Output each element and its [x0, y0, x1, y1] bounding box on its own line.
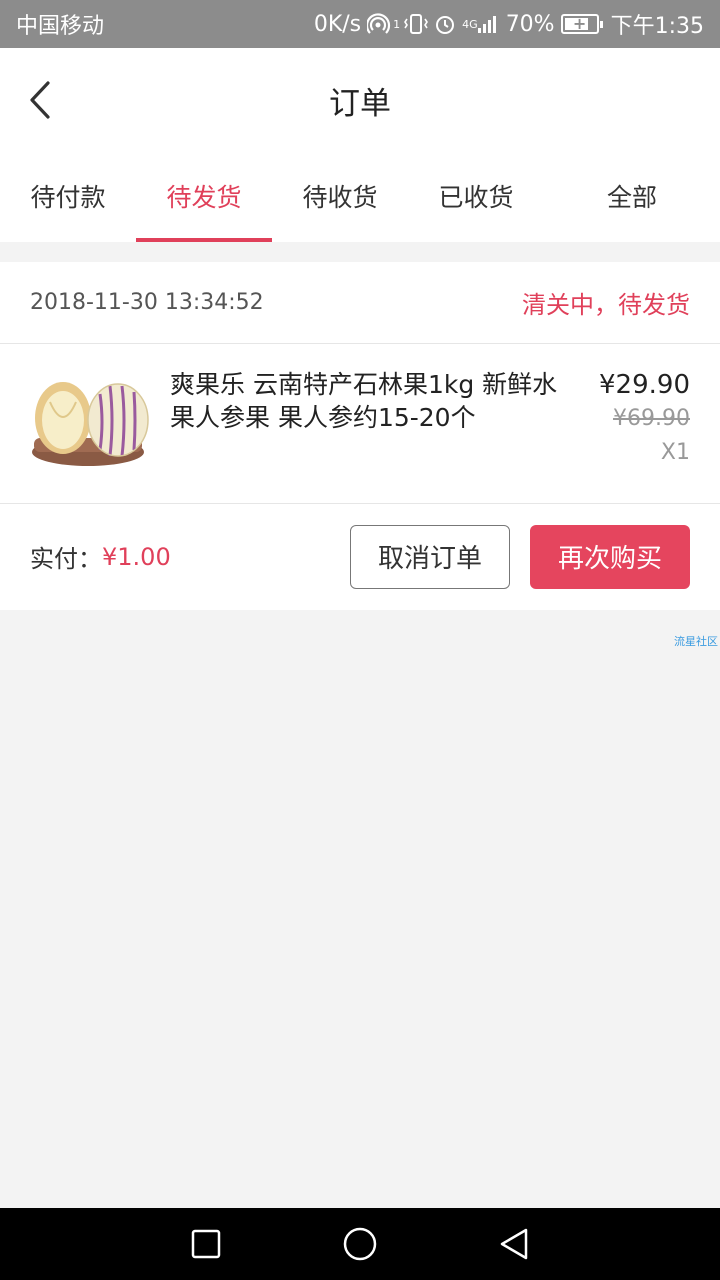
paid-label: 实付： — [30, 545, 102, 573]
tab-all[interactable]: 全部 — [544, 152, 720, 242]
tab-pending-shipment[interactable]: 待发货 — [136, 152, 272, 242]
order-card[interactable]: 2018-11-30 13:34:52 清关中，待发货 爽果乐 云南特产石林果1… — [0, 262, 720, 610]
product-image — [32, 382, 149, 466]
watermark: 流星社区 — [674, 635, 718, 648]
signal-icon: 4G — [462, 13, 500, 35]
network-speed: 0K/s — [313, 11, 362, 37]
app-header: 订单 — [0, 48, 720, 152]
product-price: ¥29.90 — [599, 370, 690, 400]
product-original-price: ¥69.90 — [613, 406, 690, 431]
order-actions: 取消订单 再次购买 — [350, 524, 690, 589]
carrier-name: 中国移动 — [16, 14, 105, 39]
triangle-back-icon — [500, 1228, 528, 1260]
cancel-order-button[interactable]: 取消订单 — [350, 524, 510, 589]
system-nav-bar — [0, 1208, 720, 1280]
recent-apps-button[interactable] — [184, 1222, 228, 1266]
order-status: 清关中，待发货 — [522, 291, 690, 319]
order-header: 2018-11-30 13:34:52 清关中，待发货 — [0, 262, 720, 344]
status-right: 0K/s 1 4G 70% + 下午1:35 — [314, 8, 704, 40]
price-column: ¥29.90 ¥69.90 X1 — [599, 368, 690, 470]
paid-amount: ¥1.00 — [102, 542, 171, 571]
clock: 下午1:35 — [610, 14, 704, 39]
hotspot-badge: 1 — [393, 17, 401, 31]
battery-icon: + — [560, 14, 603, 34]
status-bar: 中国移动 0K/s 1 4G 70% + 下午1:35 — [0, 0, 720, 48]
screen: 中国移动 0K/s 1 4G 70% + 下午1:35 订单 待付款 待发货 待… — [0, 0, 720, 1280]
system-back-button[interactable] — [492, 1222, 536, 1266]
order-time: 2018-11-30 13:34:52 — [30, 290, 264, 315]
order-tabs: 待付款 待发货 待收货 已收货 全部 — [0, 152, 720, 242]
order-item[interactable]: 爽果乐 云南特产石林果1kg 新鲜水果人参果 果人参约15-20个 ¥29.90… — [0, 344, 720, 504]
order-footer: 实付： ¥1.00 取消订单 再次购买 — [0, 504, 720, 609]
buy-again-button[interactable]: 再次购买 — [530, 524, 690, 589]
product-name: 爽果乐 云南特产石林果1kg 新鲜水果人参果 果人参约15-20个 — [170, 370, 558, 432]
tab-received[interactable]: 已收货 — [408, 152, 544, 242]
tab-pending-receipt[interactable]: 待收货 — [272, 152, 408, 242]
page-title: 订单 — [329, 86, 391, 122]
hotspot-icon: 1 — [367, 13, 401, 35]
tab-pending-payment[interactable]: 待付款 — [0, 152, 136, 242]
product-quantity: X1 — [660, 440, 690, 465]
home-button[interactable] — [338, 1222, 382, 1266]
alarm-icon — [434, 13, 456, 35]
circle-icon — [343, 1227, 377, 1261]
square-icon — [191, 1229, 221, 1259]
vibrate-icon — [404, 13, 429, 35]
battery-percent: 70% — [505, 11, 555, 37]
